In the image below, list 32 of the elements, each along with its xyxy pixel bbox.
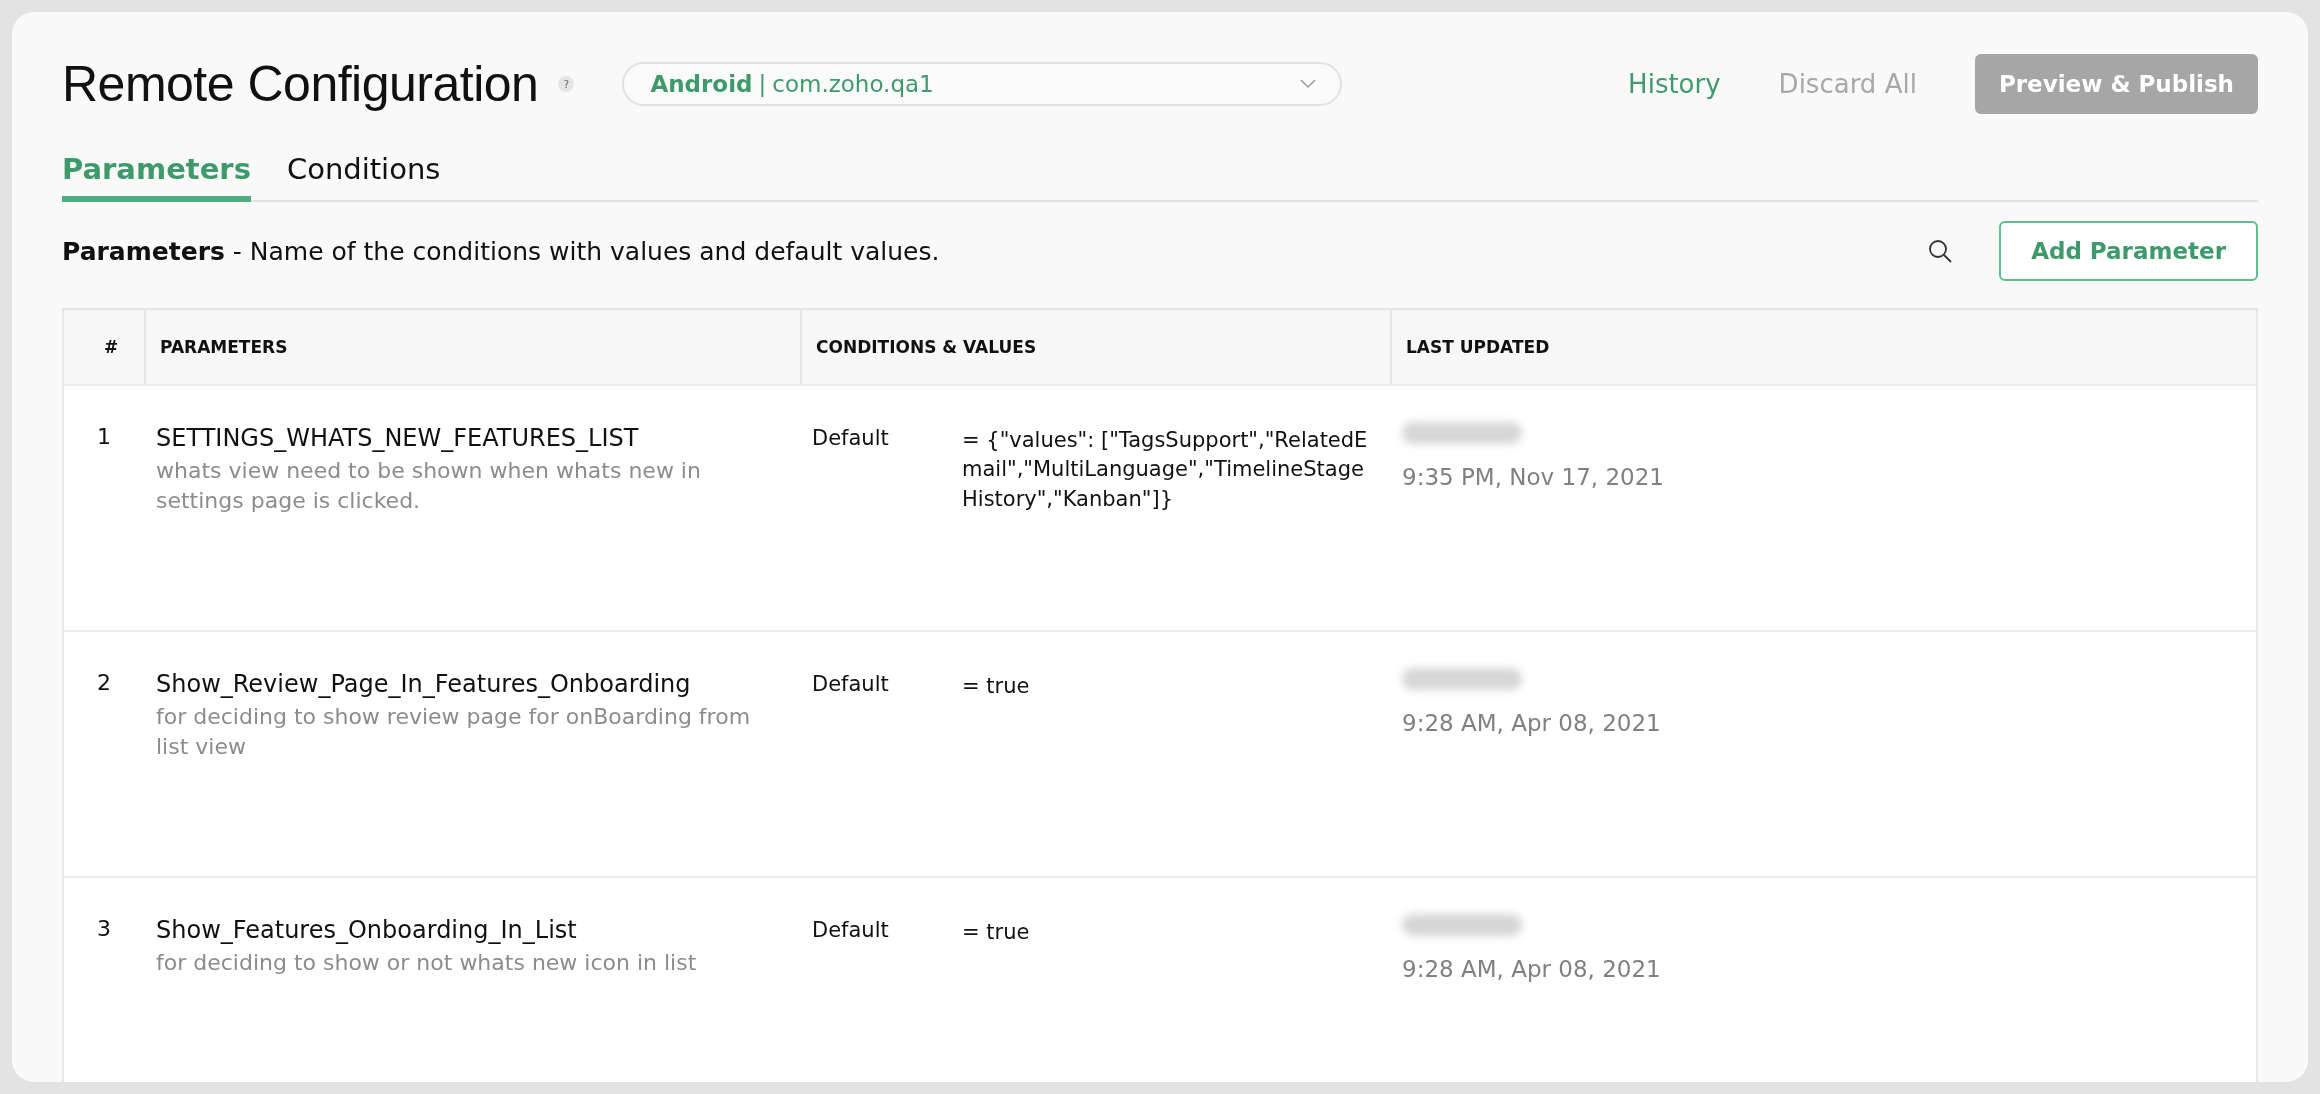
history-link[interactable]: History xyxy=(1628,69,1721,99)
section-description: Parameters - Name of the conditions with values and default values. xyxy=(62,236,941,266)
condition-value: = {"values": ["TagsSupport","RelatedEmail","MultiLanguage","TimelineStageHistory","Kanban"]} xyxy=(962,427,1369,513)
last-updated-date: 9:28 AM, Apr 08, 2021 xyxy=(1402,710,1662,736)
parameter-description: whats view need to be shown when whats new in settings page is clicked. xyxy=(156,457,702,515)
add-parameter-button[interactable]: Add Parameter xyxy=(1999,221,2258,281)
app-selector[interactable]: Android | com.zoho.qa1 xyxy=(622,62,1343,106)
last-updated-date: 9:28 AM, Apr 08, 2021 xyxy=(1402,956,1662,982)
row-number: 2 xyxy=(96,669,112,695)
condition-name: Default xyxy=(812,672,890,698)
row-number: 3 xyxy=(96,915,112,941)
column-header: PARAMETERS xyxy=(144,310,800,384)
tab[interactable]: Parameters xyxy=(62,146,251,202)
page-title: Remote Configuration xyxy=(62,55,539,113)
condition-name: Default xyxy=(812,426,890,452)
parameter-name: Show_Features_Onboarding_In_List xyxy=(156,916,578,944)
condition-name: Default xyxy=(812,918,890,944)
condition-value: = true xyxy=(962,673,1030,700)
row-number: 1 xyxy=(96,423,112,449)
search-icon[interactable] xyxy=(1927,238,1954,264)
tab[interactable]: Conditions xyxy=(286,146,441,202)
chevron-down-icon xyxy=(1300,79,1317,89)
parameter-description: for deciding to show or not whats new icon in list xyxy=(156,949,698,977)
parameter-name: Show_Review_Page_In_Features_Onboarding xyxy=(156,670,692,698)
condition-value: = true xyxy=(962,919,1030,946)
parameter-description: for deciding to show review page for onBoarding from list view xyxy=(156,703,752,761)
help-icon[interactable]: ? xyxy=(558,76,575,92)
column-header: CONDITIONS & VALUES xyxy=(800,310,1390,384)
last-updated-date: 9:35 PM, Nov 17, 2021 xyxy=(1402,464,1665,490)
column-header: # xyxy=(102,336,120,359)
parameter-name: SETTINGS_WHATS_NEW_FEATURES_LIST xyxy=(156,424,640,452)
column-header: LAST UPDATED xyxy=(1390,310,2256,384)
